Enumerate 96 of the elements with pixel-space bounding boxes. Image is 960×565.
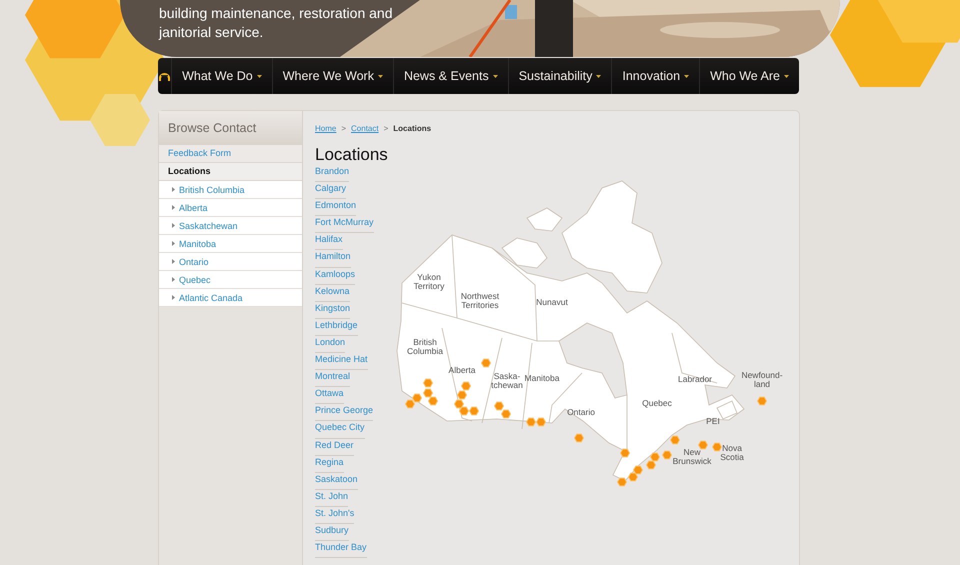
bullet-icon — [172, 295, 175, 300]
location-marker-icon — [428, 396, 438, 406]
sidebar-subitem[interactable]: Atlantic Canada — [159, 289, 302, 307]
location-link[interactable]: Brandon — [315, 165, 350, 182]
location-marker-icon — [650, 452, 660, 462]
location-marker-icon — [404, 400, 416, 408]
bullet-icon — [172, 205, 175, 210]
bullet-icon — [172, 241, 175, 246]
nav-menu-item[interactable]: Where We Work — [272, 58, 394, 94]
location-link[interactable]: Montreal — [315, 370, 350, 388]
tagline-text: janitorial service. — [159, 23, 264, 42]
home-button[interactable] — [158, 58, 172, 94]
region-label: Ontario — [567, 407, 595, 417]
sidebar-subitem[interactable]: Quebec — [159, 271, 302, 289]
location-link[interactable]: Quebec City — [315, 421, 365, 438]
location-marker-icon — [632, 466, 644, 474]
location-link[interactable]: Sudbury — [315, 524, 349, 542]
page-title: Locations — [315, 145, 389, 165]
location-marker-icon — [574, 434, 584, 442]
location-marker-icon — [480, 358, 492, 368]
breadcrumb-separator: > — [341, 124, 346, 132]
sidebar-subitem[interactable]: Alberta — [159, 199, 302, 217]
location-marker-icon — [526, 418, 536, 426]
region-label: Quebec — [642, 398, 672, 408]
location-link[interactable]: Prince George — [315, 404, 374, 422]
location-link[interactable]: Red Deer — [315, 438, 354, 456]
location-marker-icon — [670, 436, 680, 444]
location-link[interactable]: Edmonton — [315, 199, 356, 216]
sidebar-title: Browse Contact — [159, 111, 302, 145]
nav-menu-item[interactable]: Sustainability — [508, 58, 612, 94]
sidebar-item[interactable]: Feedback Form — [159, 145, 302, 163]
location-marker-icon — [458, 406, 470, 416]
location-marker-icon — [456, 390, 468, 400]
bullet-icon — [172, 259, 175, 264]
region-label: Labrador — [678, 374, 712, 384]
sidebar-subitem[interactable]: Saskatchewan — [159, 217, 302, 235]
sidebar-item[interactable]: Locations — [159, 163, 302, 181]
location-marker-icon — [494, 402, 504, 410]
location-marker-icon — [468, 406, 480, 416]
location-link[interactable]: Kelowna — [315, 284, 350, 302]
nav-menu-item[interactable]: News & Events — [394, 58, 509, 94]
location-marker-icon — [536, 418, 546, 426]
location-marker-icon — [412, 394, 422, 402]
breadcrumb-link[interactable]: Home — [315, 124, 336, 132]
location-link[interactable]: Hamilton — [315, 250, 351, 268]
location-link[interactable]: Ottawa — [315, 387, 344, 404]
nav-menu-item[interactable]: What We Do — [172, 58, 273, 94]
sidebar-subitem[interactable]: Manitoba — [159, 235, 302, 253]
region-label: Nova Scotia — [720, 443, 744, 462]
location-link[interactable]: Kamloops — [315, 268, 356, 285]
location-link[interactable]: Saskatoon — [315, 472, 358, 490]
location-marker-icon — [422, 388, 434, 398]
location-marker-icon — [712, 442, 722, 452]
region-label: Northwest Territories — [460, 291, 500, 310]
region-label: New Brunswick — [672, 447, 712, 466]
location-marker-icon — [620, 448, 630, 458]
location-link[interactable]: Kingston — [315, 302, 350, 319]
location-link[interactable]: St. John — [315, 490, 348, 507]
sidebar-subitem[interactable]: Ontario — [159, 253, 302, 271]
region-label: Newfound- land — [741, 370, 783, 389]
bullet-icon — [172, 187, 175, 192]
arches-logo-icon — [158, 72, 172, 80]
location-marker-icon — [454, 400, 464, 408]
region-label: Manitoba — [524, 373, 560, 383]
location-link[interactable]: Lethbridge — [315, 318, 358, 336]
location-marker-icon — [756, 396, 768, 406]
region-label: Yukon Territory — [414, 272, 444, 291]
sidebar-subitem[interactable]: British Columbia — [159, 181, 302, 199]
region-label: British Columbia — [407, 337, 443, 356]
location-marker-icon — [628, 472, 638, 482]
location-link[interactable]: Medicine Hat — [315, 353, 368, 370]
location-link[interactable]: Regina — [315, 456, 344, 473]
region-label: Saska- tchewan — [491, 371, 523, 390]
location-link[interactable]: Halifax — [315, 233, 343, 250]
location-marker-icon — [698, 440, 708, 450]
location-link[interactable]: Fort McMurray — [315, 216, 374, 234]
location-marker-icon — [460, 382, 472, 390]
location-marker-icon — [662, 450, 672, 460]
bullet-icon — [172, 223, 175, 228]
location-link[interactable]: London — [315, 336, 346, 354]
region-label: Nunavut — [536, 297, 568, 307]
tagline-text: building maintenance, restoration and — [159, 4, 392, 23]
location-marker-icon — [500, 410, 512, 418]
region-label: PEI — [706, 416, 720, 426]
location-marker-icon — [422, 378, 434, 388]
location-link[interactable]: St. John's — [315, 506, 354, 524]
region-label: Alberta — [448, 365, 476, 375]
bullet-icon — [172, 277, 175, 282]
location-link[interactable]: Calgary — [315, 182, 346, 200]
location-marker-icon — [646, 460, 656, 470]
nav-menu-item[interactable]: Innovation — [612, 58, 700, 94]
breadcrumb-separator: > — [384, 124, 388, 132]
location-marker-icon — [616, 478, 628, 486]
breadcrumb-link[interactable]: Contact — [351, 124, 379, 132]
location-link[interactable]: Thunder Bay — [315, 541, 367, 558]
nav-menu-item[interactable]: Who We Are — [700, 58, 799, 94]
